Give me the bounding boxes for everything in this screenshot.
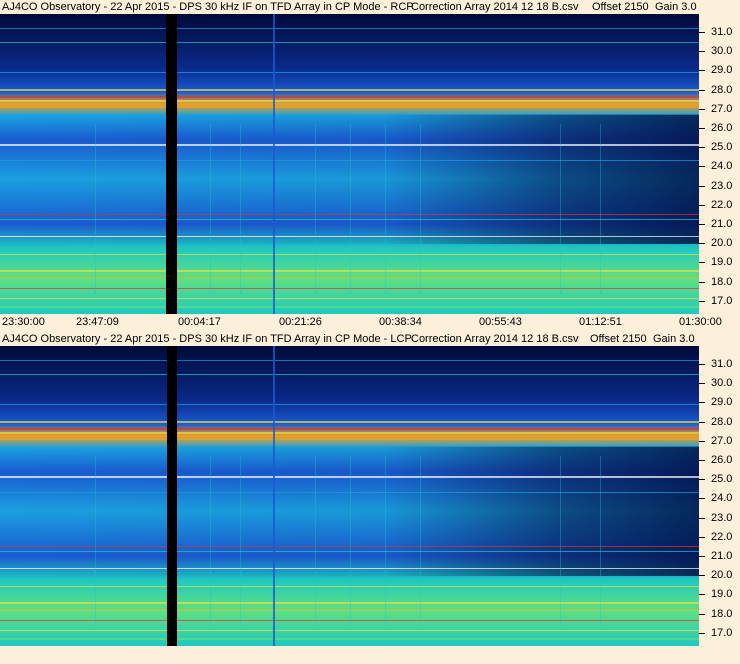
panel-1-gain-label: Gain 3.0 (655, 1, 697, 13)
frequency-tick (699, 364, 705, 365)
frequency-tick (699, 440, 705, 442)
data-gap (166, 14, 177, 314)
time-label-7: 01:30:00 (679, 316, 722, 328)
frequency-tick (699, 108, 705, 110)
frequency-tick (699, 402, 705, 404)
panel-2-spectrogram (0, 346, 699, 646)
panel-2-offset-label: Offset 2150 (590, 333, 647, 345)
time-label-4: 00:38:34 (379, 316, 422, 328)
frequency-tick (699, 204, 705, 206)
frequency-tick (699, 166, 705, 168)
frequency-label: 31.0 (711, 358, 733, 370)
frequency-label: 17.0 (711, 626, 733, 639)
panel-2-title: AJ4CO Observatory - 22 Apr 2015 - DPS 30… (2, 333, 412, 345)
frequency-label: 26.0 (711, 454, 733, 466)
time-label-3: 00:21:26 (279, 316, 322, 328)
frequency-tick (699, 556, 705, 557)
time-label-6: 01:12:51 (579, 316, 622, 328)
frequency-tick (699, 383, 705, 385)
frequency-tick (699, 51, 705, 53)
frequency-label: 27.0 (711, 434, 733, 447)
frequency-tick (699, 479, 705, 481)
frequency-tick (699, 632, 705, 634)
frequency-tick (699, 185, 705, 187)
panel-1-offset-label: Offset 2150 (592, 1, 649, 13)
frequency-label: 23.0 (711, 511, 733, 524)
data-gap (167, 346, 177, 646)
frequency-tick (699, 32, 705, 33)
spectrogram-image (0, 346, 699, 646)
frequency-tick (699, 498, 705, 500)
time-label-0: 23:30:00 (2, 316, 45, 328)
panel-2-gain-label: Gain 3.0 (653, 333, 695, 345)
frequency-tick (699, 613, 705, 615)
frequency-label: 28.0 (711, 83, 733, 96)
frequency-label: 24.0 (711, 492, 733, 505)
frequency-tick (699, 594, 705, 596)
frequency-label: 18.0 (711, 607, 733, 620)
spectrogram-image (0, 14, 699, 314)
frequency-label: 21.0 (711, 218, 733, 230)
panel-1-title: AJ4CO Observatory - 22 Apr 2015 - DPS 30… (2, 1, 414, 13)
frequency-label: 30.0 (711, 45, 733, 58)
frequency-label: 24.0 (711, 160, 733, 173)
frequency-label: 22.0 (711, 198, 733, 211)
frequency-label: 25.0 (711, 473, 733, 486)
frequency-tick (699, 147, 705, 149)
frequency-label: 17.0 (711, 294, 733, 307)
frequency-label: 20.0 (711, 569, 733, 582)
frequency-label: 31.0 (711, 26, 733, 38)
frequency-label: 28.0 (711, 415, 733, 428)
panel-1-spectrogram (0, 14, 699, 314)
time-axis: 23:30:00 23:47:09 00:04:17 00:21:26 00:3… (0, 314, 740, 330)
frequency-tick (699, 536, 705, 538)
frequency-tick (699, 128, 705, 129)
panel-2-correction-label: Correction Array 2014 12 18 B.csv (411, 333, 579, 345)
panel-1-frequency-axis: 31.0 30.0 29.0 28.0 27.0 26.0 25.0 24.0 23.0 22.0… (699, 14, 740, 314)
frequency-tick (699, 575, 705, 577)
frequency-label: 25.0 (711, 141, 733, 154)
time-label-2: 00:04:17 (178, 316, 221, 328)
frequency-tick (699, 70, 705, 72)
frequency-label: 19.0 (711, 588, 733, 601)
panel-2-title-bar: AJ4CO Observatory - 22 Apr 2015 - DPS 30… (0, 332, 740, 346)
time-label-5: 00:55:43 (479, 316, 522, 328)
frequency-tick (699, 421, 705, 423)
frequency-label: 26.0 (711, 122, 733, 134)
frequency-tick (699, 300, 705, 302)
frequency-label: 20.0 (711, 237, 733, 250)
panel-1-title-bar: AJ4CO Observatory - 22 Apr 2015 - DPS 30… (0, 0, 740, 14)
frequency-label: 18.0 (711, 275, 733, 288)
panel-1-correction-label: Correction Array 2014 12 18 B.csv (411, 1, 579, 13)
frequency-tick (699, 262, 705, 264)
frequency-tick (699, 243, 705, 245)
frequency-tick (699, 224, 705, 225)
panel-2-frequency-axis: 31.0 30.0 29.0 28.0 27.0 26.0 25.0 24.0 23.0 22.0… (699, 346, 740, 646)
frequency-label: 30.0 (711, 377, 733, 390)
frequency-label: 29.0 (711, 64, 733, 77)
frequency-label: 29.0 (711, 396, 733, 409)
bottom-strip (0, 646, 740, 664)
frequency-tick (699, 460, 705, 461)
frequency-tick (699, 517, 705, 519)
frequency-label: 21.0 (711, 550, 733, 562)
frequency-label: 19.0 (711, 256, 733, 269)
frequency-label: 22.0 (711, 530, 733, 543)
time-label-1: 23:47:09 (76, 316, 119, 328)
frequency-tick (699, 89, 705, 91)
frequency-label: 27.0 (711, 102, 733, 115)
frequency-label: 23.0 (711, 179, 733, 192)
frequency-tick (699, 281, 705, 283)
